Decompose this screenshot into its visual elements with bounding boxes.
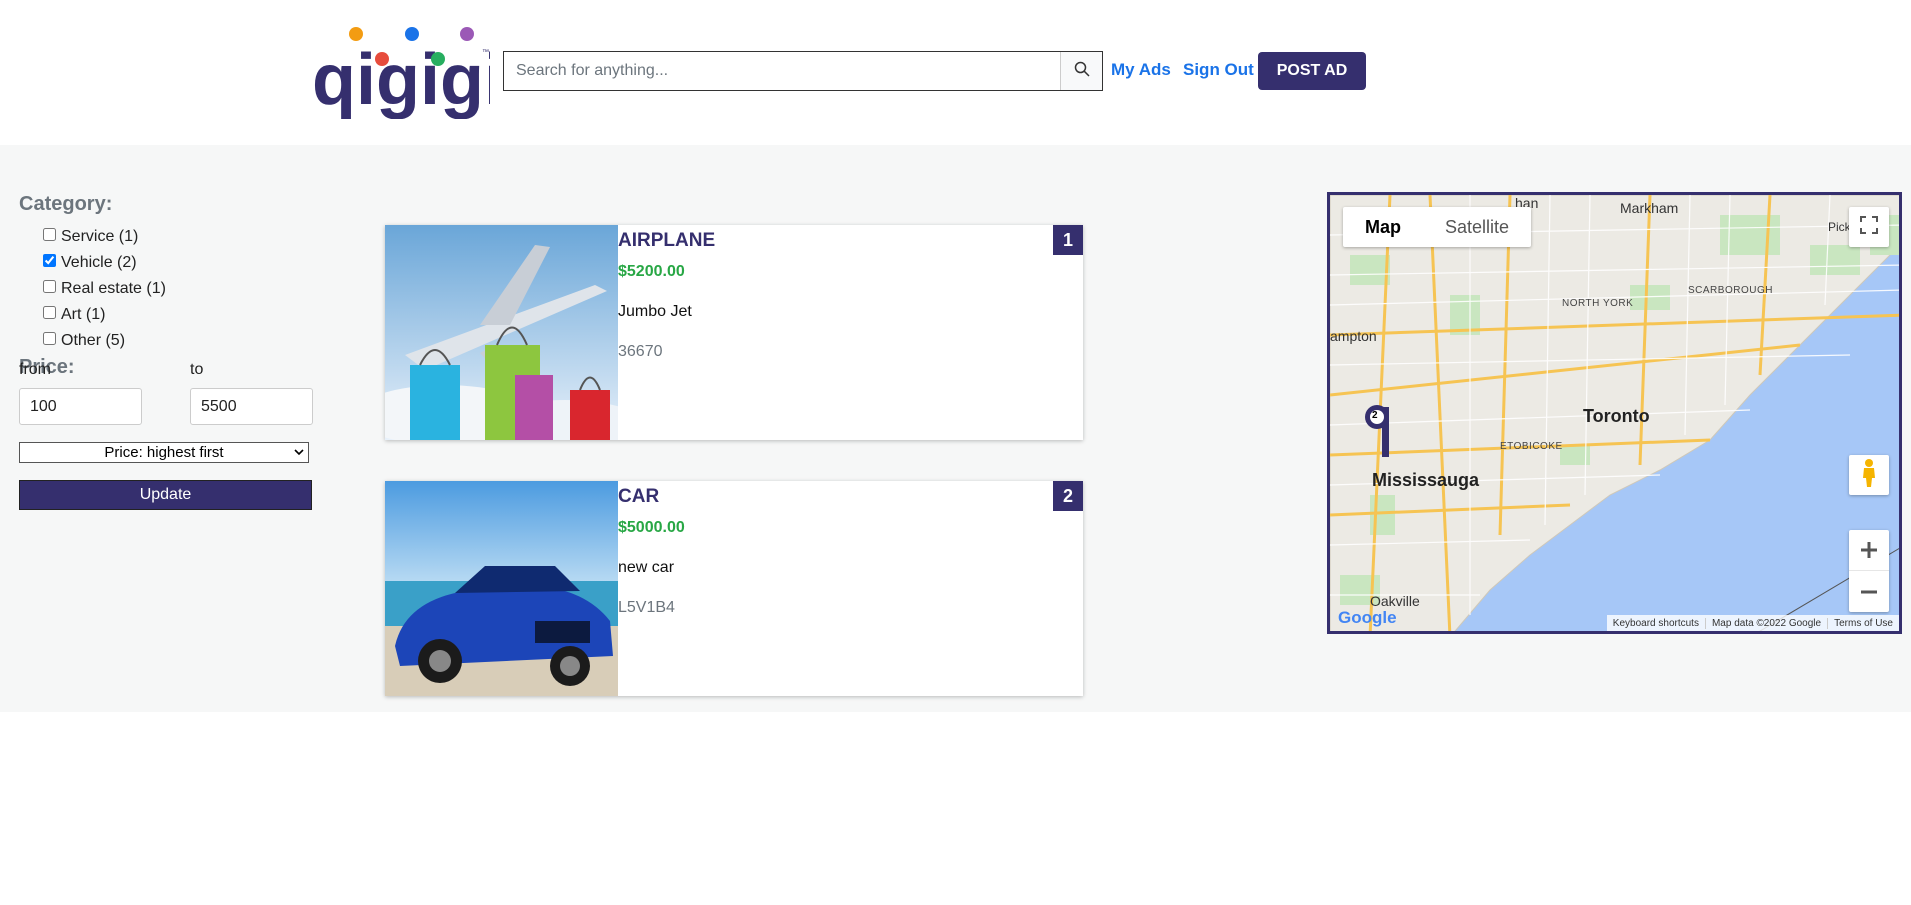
google-logo[interactable]: Google [1338, 608, 1397, 628]
listing-image-airplane[interactable] [385, 225, 618, 440]
listing-title[interactable]: AIRPLANE [618, 230, 715, 252]
category-item-service[interactable]: Service (1) [43, 224, 319, 250]
zoom-out-button[interactable] [1849, 571, 1889, 612]
listing-image-car[interactable] [385, 481, 618, 696]
fullscreen-button[interactable] [1849, 207, 1889, 247]
listing-location: 36670 [618, 343, 663, 360]
category-item-other[interactable]: Other (5) [43, 328, 319, 354]
sign-out-link[interactable]: Sign Out [1183, 60, 1254, 80]
map-tab-map[interactable]: Map [1343, 207, 1423, 247]
listing-number-badge: 1 [1053, 225, 1083, 255]
fullscreen-icon [1860, 215, 1878, 239]
sort-select[interactable]: Price: highest first [19, 442, 309, 463]
price-from-input[interactable] [19, 388, 142, 425]
map-district-etobicoke: ETOBICOKE [1500, 441, 1563, 452]
map-district-scarborough: SCARBOROUGH [1688, 285, 1773, 296]
category-label: Service (1) [61, 228, 139, 245]
header: qigigi ™ My Ads Sign Out POST AD [0, 0, 1911, 145]
map-footer: Keyboard shortcuts Map data ©2022 Google… [1606, 615, 1899, 631]
map-data-text: Map data ©2022 Google [1706, 617, 1829, 629]
search-input[interactable] [504, 52, 1060, 90]
map-city-oakville: Oakville [1370, 593, 1420, 609]
map-marker-label: 2 [1372, 410, 1378, 421]
map-city-toronto: Toronto [1583, 406, 1650, 426]
sort-selected-value: Price: highest first [104, 444, 224, 461]
update-button[interactable]: Update [19, 480, 312, 510]
map-city-brampton: ampton [1330, 328, 1377, 344]
listing-card[interactable]: AIRPLANE $5200.00 Jumbo Jet 36670 1 [385, 225, 1083, 440]
listing-card[interactable]: CAR $5000.00 new car L5V1B4 2 [385, 481, 1083, 696]
price-to-label: to [190, 361, 204, 378]
price-filter: from to Price: highest first Update [19, 361, 319, 781]
chevron-down-icon [294, 445, 304, 463]
category-label: Art (1) [61, 306, 106, 323]
category-checkbox-real-estate[interactable] [43, 279, 56, 293]
search-icon [1074, 61, 1090, 82]
map-marker-icon[interactable]: 2 [1365, 403, 1395, 464]
category-heading: Category: [19, 193, 113, 215]
map-city-mississauga: Mississauga [1372, 470, 1480, 490]
category-item-vehicle[interactable]: Vehicle (2) [43, 250, 319, 276]
map-district-north-york: NORTH YORK [1562, 298, 1634, 309]
map-city-markham: Markham [1620, 200, 1679, 216]
search-button[interactable] [1060, 52, 1102, 90]
category-label: Vehicle (2) [61, 254, 137, 271]
listing-title[interactable]: CAR [618, 486, 659, 508]
my-ads-link[interactable]: My Ads [1111, 60, 1171, 80]
listing-description: Jumbo Jet [618, 303, 692, 320]
listing-description: new car [618, 559, 675, 576]
zoom-controls [1849, 530, 1889, 612]
search-box [503, 51, 1103, 91]
post-ad-button[interactable]: POST AD [1258, 52, 1366, 90]
category-item-art[interactable]: Art (1) [43, 302, 319, 328]
svg-text:qigigi: qigigi [312, 40, 490, 119]
listing-number-badge: 2 [1053, 481, 1083, 511]
price-to-input[interactable] [190, 388, 313, 425]
zoom-in-button[interactable] [1849, 530, 1889, 571]
svg-text:™: ™ [482, 49, 489, 56]
category-checkbox-service[interactable] [43, 227, 56, 241]
street-view-button[interactable] [1849, 455, 1889, 495]
google-logo-text: Google [1338, 608, 1397, 627]
category-checkbox-art[interactable] [43, 305, 56, 319]
keyboard-shortcuts-link[interactable]: Keyboard shortcuts [1607, 617, 1706, 629]
terms-of-use-link[interactable]: Terms of Use [1828, 618, 1899, 629]
filters-panel: Category: Service (1) Vehicle (2) Real e… [19, 193, 319, 379]
minus-icon [1860, 575, 1878, 609]
map[interactable]: han Markham Pickerin NORTH YORK SCARBORO… [1327, 192, 1902, 634]
map-tab-satellite[interactable]: Satellite [1423, 207, 1531, 247]
price-from-label: from [19, 361, 51, 378]
listing-price: $5200.00 [618, 263, 685, 280]
map-type-toggle: Map Satellite [1343, 207, 1532, 247]
category-item-real-estate[interactable]: Real estate (1) [43, 276, 319, 302]
listing-price: $5000.00 [618, 519, 685, 536]
category-checkbox-other[interactable] [43, 331, 56, 345]
listing-location: L5V1B4 [618, 599, 675, 616]
pegman-icon [1860, 458, 1878, 493]
category-list: Service (1) Vehicle (2) Real estate (1) … [43, 224, 319, 354]
plus-icon [1860, 533, 1878, 567]
category-label: Other (5) [61, 332, 126, 349]
category-label: Real estate (1) [61, 280, 166, 297]
qigigi-logo[interactable]: qigigi ™ [310, 24, 504, 120]
category-checkbox-vehicle[interactable] [43, 253, 56, 267]
